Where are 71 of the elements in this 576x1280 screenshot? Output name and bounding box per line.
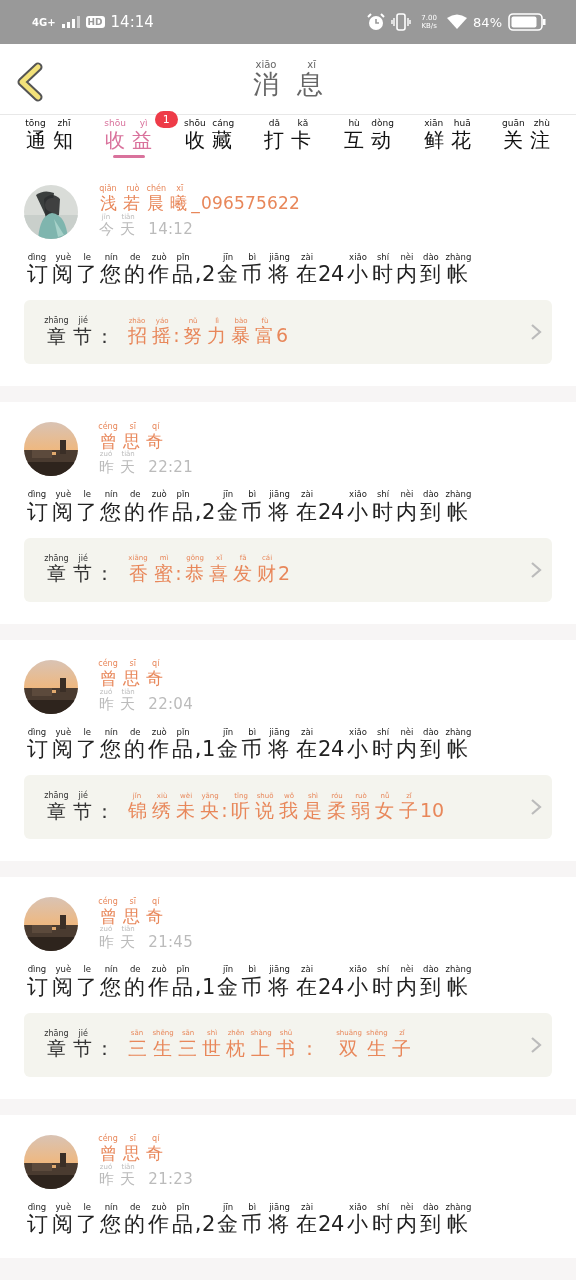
pinyin-annotation: xiāo xī bbox=[254, 58, 317, 70]
tab-label: 鲜花 bbox=[422, 128, 472, 152]
pinyin-annotation: hù dòng bbox=[347, 119, 395, 129]
message-time: 昨天 21:23 bbox=[97, 1171, 193, 1189]
user-name: 浅若晨曦_096575622 bbox=[98, 194, 300, 214]
status-time: 14:14 bbox=[110, 13, 154, 31]
chevron-right-icon bbox=[530, 1035, 542, 1054]
pinyin-annotation: zhāng jié bbox=[43, 1029, 89, 1039]
tab[interactable]: tōng zhī 通知 bbox=[22, 119, 76, 158]
pinyin-annotation: xiān huā bbox=[423, 119, 472, 129]
wifi-icon bbox=[447, 14, 468, 30]
pinyin-annotation: céng sī qí bbox=[97, 422, 161, 432]
tab[interactable]: guān zhù 关注 bbox=[499, 119, 554, 158]
user-name: 曾思奇 bbox=[98, 1144, 164, 1164]
pinyin-annotation: céng sī qí bbox=[97, 1135, 161, 1145]
tab-label: 收藏 bbox=[183, 128, 232, 152]
alarm-icon bbox=[367, 13, 386, 31]
message-text: 订阅了您的作品,1金币将在24小时内到帐 bbox=[25, 737, 469, 762]
chevron-right-icon bbox=[530, 560, 542, 579]
tab-label: 收益 bbox=[104, 128, 154, 152]
tab-label: 通知 bbox=[24, 128, 74, 152]
user-name: 曾思奇 bbox=[99, 906, 164, 926]
pinyin-annotation: shōu yì bbox=[103, 119, 149, 129]
tab-label: 互动 bbox=[343, 128, 392, 152]
tab[interactable]: xiān huā 鲜花 bbox=[420, 119, 475, 158]
chapter-title: 三生三世枕上书： 双生子 bbox=[126, 1037, 412, 1060]
pinyin-annotation: dìng yuè le nín de zuò pǐn jīn bì jiāng zài xiǎo shí nèi dào zhàng bbox=[26, 727, 473, 738]
chevron-right-icon bbox=[530, 798, 542, 817]
chapter-title: 香蜜:恭喜发财2 bbox=[127, 562, 290, 585]
page-title: 消息 bbox=[252, 69, 324, 100]
message-time: 今天 14:12 bbox=[97, 221, 193, 239]
pinyin-annotation: dìng yuè le nín de zuò pǐn jīn bì jiāng zài xiǎo shí nèi dào zhàng bbox=[26, 1202, 473, 1213]
pinyin-annotation: qiǎn ruò chén xī bbox=[98, 185, 185, 194]
message-text: 订阅了您的作品,2金币将在24小时内到帐 bbox=[25, 499, 469, 524]
pinyin-annotation: shōu cáng bbox=[183, 119, 236, 129]
battery-percent: 84% bbox=[473, 14, 502, 30]
chapter-label: 章节： bbox=[47, 325, 115, 348]
tab[interactable]: hù dòng 互动 bbox=[340, 119, 395, 158]
chevron-right-icon bbox=[530, 323, 542, 342]
pinyin-annotation: zhāng jié bbox=[43, 792, 89, 801]
tab[interactable]: dǎ kǎ 打卡 bbox=[260, 119, 315, 158]
message-time: 昨天 22:04 bbox=[97, 696, 193, 714]
count-badge: 1 bbox=[154, 111, 178, 128]
message-text: 订阅了您的作品,2金币将在24小时内到帐 bbox=[25, 262, 469, 287]
signal-icon bbox=[61, 16, 80, 28]
tab-label: 打卡 bbox=[263, 128, 313, 152]
network-label: 4G+ bbox=[32, 16, 56, 28]
chapter-label: 章节： bbox=[47, 563, 115, 586]
user-name: 曾思奇 bbox=[99, 431, 164, 451]
chapter-label: 章节： bbox=[47, 800, 115, 823]
pinyin-annotation: dìng yuè le nín de zuò pǐn jīn bì jiāng zài xiǎo shí nèi dào zhàng bbox=[26, 490, 473, 500]
chapter-label: 章节： bbox=[47, 1038, 115, 1061]
tab[interactable]: shōu cáng 收藏 bbox=[181, 119, 236, 158]
pinyin-annotation: céng sī qí bbox=[97, 660, 161, 670]
pinyin-annotation: dìng yuè le nín de zuò pǐn jīn bì jiāng zài xiǎo shí nèi dào zhàng bbox=[26, 965, 473, 975]
pinyin-annotation: céng sī qí bbox=[97, 897, 161, 907]
pinyin-annotation: zhāng jié bbox=[43, 317, 89, 326]
message-text: 订阅了您的作品,1金币将在24小时内到帐 bbox=[25, 974, 469, 999]
hd-badge: HD bbox=[85, 16, 105, 28]
tab-label: 关注 bbox=[503, 128, 552, 152]
pinyin-annotation: dìng yuè le nín de zuò pǐn jīn bì jiāng zài xiǎo shí nèi dào zhàng bbox=[26, 253, 473, 263]
pinyin-annotation: zhāng jié bbox=[43, 554, 89, 564]
message-time: 昨天 22:21 bbox=[97, 458, 193, 477]
message-text: 订阅了您的作品,2金币将在24小时内到帐 bbox=[25, 1212, 469, 1237]
pinyin-annotation: tōng zhī bbox=[24, 119, 72, 129]
vibrate-icon bbox=[391, 13, 412, 31]
pinyin-annotation: dǎ kǎ bbox=[267, 119, 310, 129]
message-time: 昨天 21:45 bbox=[97, 933, 193, 952]
battery-icon bbox=[508, 13, 546, 31]
pinyin-annotation: guān zhù bbox=[501, 119, 551, 129]
user-name: 曾思奇 bbox=[98, 669, 164, 689]
